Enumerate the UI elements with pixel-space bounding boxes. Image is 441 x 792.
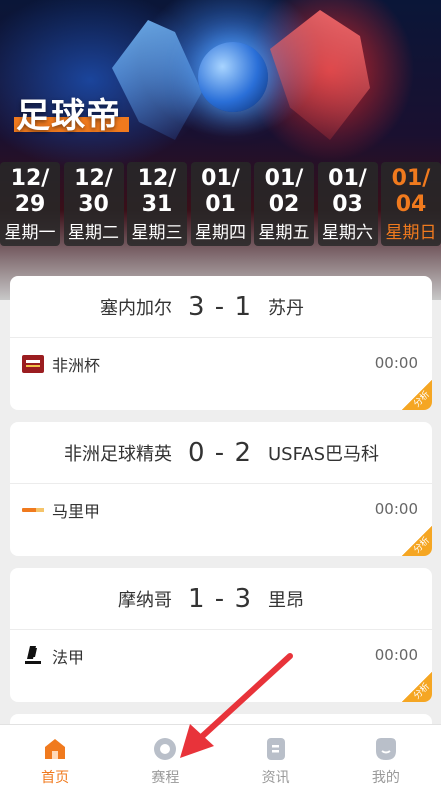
africa-cup-logo-icon [22, 355, 44, 373]
tab-profile-label: 我的 [371, 770, 400, 786]
date-tab-date: 12/29 [10, 166, 50, 217]
home-team: 塞内加尔 [100, 297, 172, 319]
away-team: 苏丹 [268, 297, 304, 319]
tab-schedule-label: 赛程 [151, 770, 180, 786]
tab-home[interactable]: 首页 [0, 725, 110, 792]
tab-news[interactable]: 资讯 [221, 725, 331, 792]
date-tab-weekday: 星期二 [68, 223, 119, 243]
schedule-icon [153, 737, 177, 761]
tab-profile[interactable]: 我的 [331, 725, 441, 792]
date-tab-weekday: 星期一 [4, 223, 56, 243]
match-time: 00:00 [374, 500, 418, 518]
date-tab-date: 01/02 [264, 166, 304, 217]
match-score-row: 摩纳哥 1 - 3 里昂 [10, 568, 432, 630]
match-card[interactable]: 摩纳哥 1 - 3 里昂 法甲 00:00 分析 [10, 568, 432, 702]
date-tab-weekday: 星期四 [195, 223, 246, 243]
date-tab-0[interactable]: 12/29 星期一 [0, 162, 60, 246]
date-tab-date: 01/03 [328, 166, 367, 217]
date-tab-weekday: 星期日 [385, 223, 437, 243]
date-tab-weekday: 星期六 [322, 223, 373, 243]
match-time: 00:00 [374, 354, 418, 372]
date-tab-4[interactable]: 01/02 星期五 [254, 162, 314, 246]
analysis-label: 分析 [412, 681, 432, 702]
football-illustration [198, 42, 268, 112]
tab-news-label: 资讯 [261, 770, 290, 786]
analysis-badge[interactable]: 分析 [402, 380, 432, 410]
date-tab-date: 01/04 [391, 166, 431, 217]
date-tab-6[interactable]: 01/04 星期日 [381, 162, 441, 246]
home-team: 摩纳哥 [118, 589, 172, 611]
date-tab-1[interactable]: 12/30 星期二 [63, 162, 124, 246]
date-selector: 12/29 星期一 12/30 星期二 12/31 星期三 01/01 星期四 … [0, 162, 441, 246]
match-score: 0 - 2 [188, 437, 252, 468]
away-team: USFAS巴马科 [268, 443, 380, 465]
date-tab-weekday: 星期五 [258, 223, 310, 243]
match-info-row: 马里甲 00:00 分析 [10, 484, 432, 556]
match-score-row: 非洲足球精英 0 - 2 USFAS巴马科 [10, 422, 432, 484]
tab-home-label: 首页 [41, 770, 70, 786]
profile-icon [374, 737, 398, 761]
analysis-badge[interactable]: 分析 [402, 672, 432, 702]
match-score: 1 - 3 [188, 583, 252, 614]
bottom-tab-bar: 首页 赛程 资讯 我的 [0, 724, 441, 792]
date-tab-5[interactable]: 01/03 星期六 [317, 162, 378, 246]
analysis-label: 分析 [412, 535, 432, 556]
analysis-badge[interactable]: 分析 [402, 526, 432, 556]
match-list: 塞内加尔 3 - 1 苏丹 非洲杯 00:00 分析 非洲足球精英 0 - 2 … [10, 276, 432, 766]
news-icon [264, 737, 288, 761]
match-info-row: 法甲 00:00 分析 [10, 630, 432, 702]
date-tab-date: 12/31 [137, 166, 177, 217]
home-team: 非洲足球精英 [64, 443, 172, 465]
match-info-row: 非洲杯 00:00 分析 [10, 338, 432, 410]
app-logo-text: 足球帝 [16, 96, 121, 136]
date-tab-3[interactable]: 01/01 星期四 [190, 162, 251, 246]
match-score-row: 塞内加尔 3 - 1 苏丹 [10, 276, 432, 338]
tab-schedule[interactable]: 赛程 [110, 725, 220, 792]
home-icon [43, 737, 67, 761]
date-tab-date: 01/01 [201, 166, 240, 217]
date-tab-date: 12/30 [74, 166, 113, 217]
mali-league-logo-icon [22, 501, 44, 519]
date-tab-2[interactable]: 12/31 星期三 [127, 162, 187, 246]
away-team: 里昂 [268, 589, 304, 611]
match-score: 3 - 1 [188, 291, 252, 322]
hero-banner: 足球帝 [0, 0, 441, 300]
date-tab-weekday: 星期三 [131, 223, 183, 243]
match-card[interactable]: 塞内加尔 3 - 1 苏丹 非洲杯 00:00 分析 [10, 276, 432, 410]
league-name: 马里甲 [52, 502, 101, 521]
match-time: 00:00 [374, 646, 418, 664]
league-name: 法甲 [52, 648, 85, 667]
ligue1-logo-icon [22, 646, 44, 665]
league-name: 非洲杯 [52, 356, 101, 375]
player-illustration-right [270, 10, 370, 140]
analysis-label: 分析 [412, 389, 432, 410]
match-card[interactable]: 非洲足球精英 0 - 2 USFAS巴马科 马里甲 00:00 分析 [10, 422, 432, 556]
